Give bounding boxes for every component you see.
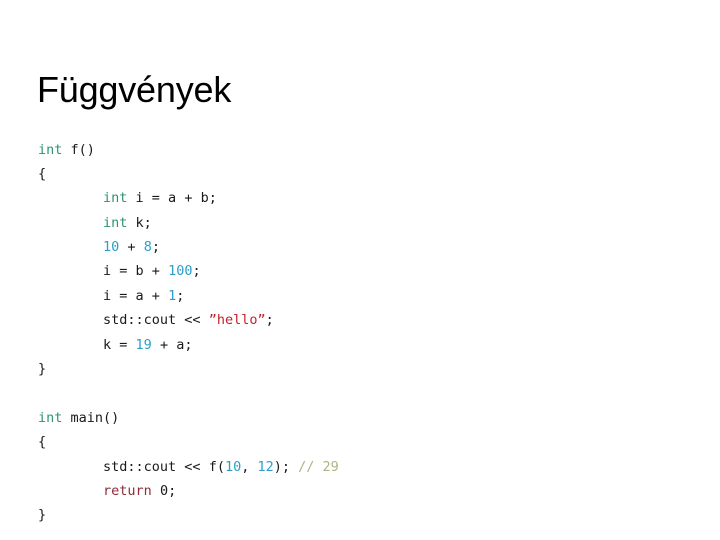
code-token-kw: int [38,409,63,426]
code-token-num: 10 [224,458,242,475]
code-token-plain: ; [151,239,160,256]
code-token-plain: { [38,165,47,182]
code-token-plain: , [241,458,258,475]
code-token-kw: int [103,190,128,207]
code-token-plain: ; [168,482,177,499]
code-line: k = 19 + a; [38,333,688,357]
code-line: std::cout << f(10, 12); // 29 [38,455,688,479]
code-token-plain: { [38,434,47,451]
code-token-plain: i = a + [103,287,169,304]
code-token-plain: ; [265,312,274,329]
code-token-plain: + [119,239,144,256]
code-token-kw: int [38,141,63,158]
code-line: i = b + 100; [38,259,688,283]
code-token-plain: std::cout << f( [103,458,225,475]
code-line: } [38,357,688,381]
code-token-plain: i = b + [103,263,169,280]
code-token-plain: std::cout << [103,312,209,329]
code-token-num: 12 [257,458,274,475]
code-token-num: 100 [168,263,193,280]
code-token-plain: ; [192,263,201,280]
code-line: i = a + 1; [38,284,688,308]
code-line: int f() [38,138,688,162]
code-token-num: 10 [103,239,120,256]
code-token-num: 8 [143,239,152,256]
code-token-plain: ; [176,287,185,304]
code-line: { [38,430,688,454]
code-token-plain: main() [62,409,120,426]
code-line: { [38,162,688,186]
code-token-plain: ); [273,458,299,475]
code-token-plain: 0 [159,482,169,499]
code-token-cmt: // 29 [298,458,339,475]
code-line: int main() [38,406,688,430]
code-token-plain: f() [62,141,95,158]
page-title: Függvények [37,69,232,111]
code-token-plain: k = [103,336,136,353]
code-line: } [38,503,688,527]
code-line: 10 + 8; [38,235,688,259]
code-token-plain: k; [127,214,152,231]
code-token-str: ”hello” [208,312,266,329]
code-line: return 0; [38,479,688,503]
code-token-plain: + a; [151,336,193,353]
code-line: std::cout << ”hello”; [38,308,688,332]
code-token-num: 1 [168,287,177,304]
code-line: int k; [38,211,688,235]
code-token-ret: return [103,482,152,499]
code-token-kw: int [103,214,128,231]
code-block: int f() { int i = a + b; int k; 10 + 8; … [38,138,688,528]
code-line: int i = a + b; [38,186,688,210]
slide: Függvények int f() { int i = a + b; int … [0,0,720,540]
code-token-num: 19 [135,336,152,353]
code-token-plain: } [38,507,47,524]
code-token-plain: i = a + b; [127,190,217,207]
code-token-plain: } [38,361,47,378]
